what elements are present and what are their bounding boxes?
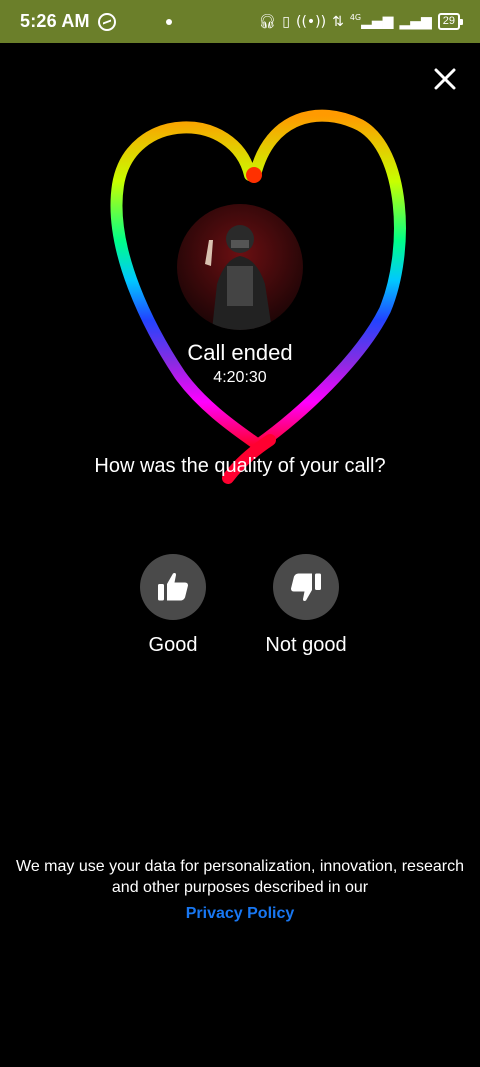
vibrate-icon: ▯: [282, 13, 290, 30]
signal-icon: ▂▄▆: [399, 13, 432, 30]
not-good-label: Not good: [265, 634, 347, 656]
not-good-button[interactable]: [273, 554, 339, 620]
hotspot-icon: ((•)): [295, 13, 327, 30]
signal-4g-icon: 4G▂▄▆: [349, 13, 394, 30]
close-button[interactable]: [426, 60, 464, 98]
data-arrows-icon: ⇅: [332, 13, 344, 30]
data-use-notice-line1: We may use your data for personalization…: [16, 858, 464, 875]
status-bar: 5:26 AM 🎧︎ ▯ ((•)) ⇅ 4G▂▄▆ ▂▄▆ 29: [0, 0, 480, 43]
privacy-policy-link[interactable]: Privacy Policy: [0, 905, 480, 923]
call-duration: 4:20:30: [213, 369, 267, 386]
battery-level: 29: [442, 15, 455, 27]
messenger-icon: [97, 12, 116, 31]
network-type: 4G: [349, 13, 362, 23]
status-time: 5:26 AM: [20, 11, 90, 31]
battery-icon: 29: [437, 13, 464, 30]
quality-question: How was the quality of your call?: [94, 455, 386, 477]
thumbs-up-icon: [158, 573, 188, 601]
headphones-icon: 🎧︎: [258, 13, 277, 30]
notification-dot-icon: [165, 18, 172, 25]
thumbs-down-icon: [291, 573, 321, 601]
good-button[interactable]: [140, 554, 206, 620]
avatar: [177, 204, 303, 330]
close-icon: [434, 68, 456, 90]
good-label: Good: [148, 634, 198, 656]
status-icons: 🎧︎ ▯ ((•)) ⇅ 4G▂▄▆ ▂▄▆ 29: [258, 13, 464, 30]
data-use-notice: We may use your data for personalization…: [0, 856, 480, 898]
call-status-title: Call ended: [187, 340, 293, 365]
data-use-notice-line2: and other purposes described in our: [111, 879, 369, 896]
